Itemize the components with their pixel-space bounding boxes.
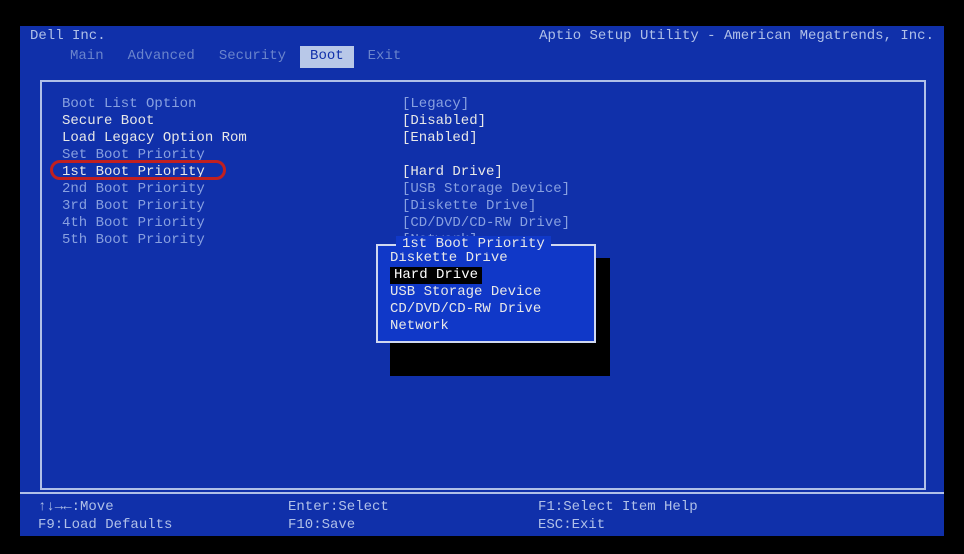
boot-priority-popup: 1st Boot Priority Diskette Drive Hard Dr… xyxy=(376,244,596,343)
setting-value: [Disabled] xyxy=(402,113,904,130)
hint-save: F10:Save xyxy=(288,516,538,534)
menu-boot[interactable]: Boot xyxy=(300,46,354,68)
hint-exit: ESC:Exit xyxy=(538,516,926,534)
setting-label: Load Legacy Option Rom xyxy=(62,130,402,147)
popup-option-cd-dvd[interactable]: CD/DVD/CD-RW Drive xyxy=(378,301,594,318)
popup-option-network[interactable]: Network xyxy=(378,318,594,335)
vendor-label: Dell Inc. xyxy=(30,28,106,46)
hint-defaults: F9:Load Defaults xyxy=(38,516,288,534)
setting-value xyxy=(402,147,904,164)
setting-value: [CD/DVD/CD-RW Drive] xyxy=(402,215,904,232)
popup-option-usb[interactable]: USB Storage Device xyxy=(378,284,594,301)
setting-load-legacy-rom[interactable]: Load Legacy Option Rom [Enabled] xyxy=(62,130,904,147)
setting-value: [Hard Drive] xyxy=(402,164,904,181)
menu-security[interactable]: Security xyxy=(209,46,296,68)
hint-move: ↑↓→←:Move xyxy=(38,498,288,516)
setting-value: [Legacy] xyxy=(402,96,904,113)
menu-advanced[interactable]: Advanced xyxy=(118,46,205,68)
setting-boot-list-option[interactable]: Boot List Option [Legacy] xyxy=(62,96,904,113)
setting-label: 3rd Boot Priority xyxy=(62,198,402,215)
setting-label: 4th Boot Priority xyxy=(62,215,402,232)
setting-label: 5th Boot Priority xyxy=(62,232,402,249)
setting-value: [Diskette Drive] xyxy=(402,198,904,215)
setting-label: Boot List Option xyxy=(62,96,402,113)
setting-set-boot-priority[interactable]: Set Boot Priority xyxy=(62,147,904,164)
menu-bar: Main Advanced Security Boot Exit xyxy=(20,46,944,68)
setting-value: [Enabled] xyxy=(402,130,904,147)
menu-exit[interactable]: Exit xyxy=(358,46,412,68)
setting-4th-boot-priority[interactable]: 4th Boot Priority [CD/DVD/CD-RW Drive] xyxy=(62,215,904,232)
setting-label: 2nd Boot Priority xyxy=(62,181,402,198)
hint-select: Enter:Select xyxy=(288,498,538,516)
setting-2nd-boot-priority[interactable]: 2nd Boot Priority [USB Storage Device] xyxy=(62,181,904,198)
setting-1st-boot-priority[interactable]: 1st Boot Priority [Hard Drive] xyxy=(62,164,904,181)
utility-label: Aptio Setup Utility - American Megatrend… xyxy=(539,28,934,46)
setting-secure-boot[interactable]: Secure Boot [Disabled] xyxy=(62,113,904,130)
popup-option-diskette[interactable]: Diskette Drive xyxy=(378,250,594,267)
setting-3rd-boot-priority[interactable]: 3rd Boot Priority [Diskette Drive] xyxy=(62,198,904,215)
menu-main[interactable]: Main xyxy=(60,46,114,68)
setting-value: [USB Storage Device] xyxy=(402,181,904,198)
setting-label: Secure Boot xyxy=(62,113,402,130)
hint-help: F1:Select Item Help xyxy=(538,498,926,516)
setting-label: Set Boot Priority xyxy=(62,147,402,164)
footer-help: ↑↓→←:Move Enter:Select F1:Select Item He… xyxy=(20,492,944,536)
popup-option-hard-drive[interactable]: Hard Drive xyxy=(390,267,482,284)
popup-title: 1st Boot Priority xyxy=(396,236,551,252)
setting-label: 1st Boot Priority xyxy=(62,164,402,181)
